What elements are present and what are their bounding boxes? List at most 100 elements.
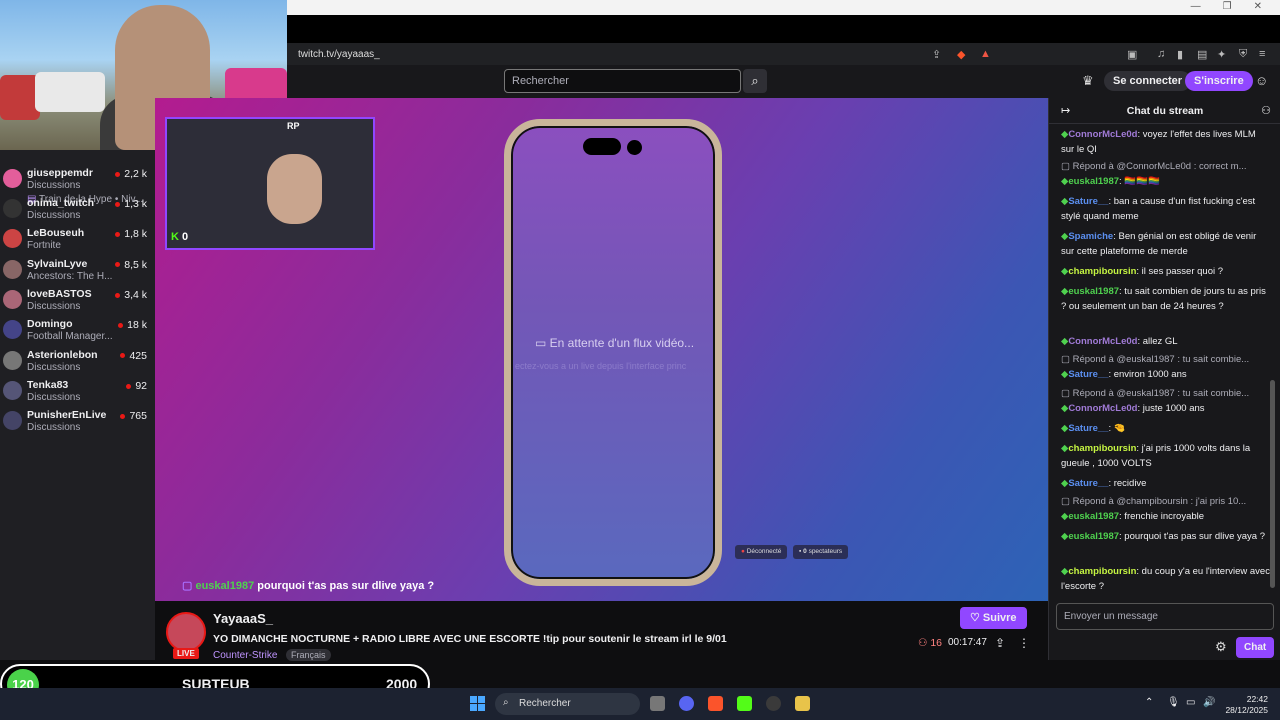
mic-icon[interactable]: 🎙 (1167, 697, 1180, 708)
chat-input[interactable]: Envoyer un message (1056, 603, 1274, 630)
close-icon[interactable]: ✕ (1254, 0, 1262, 14)
channel-avatar[interactable] (3, 320, 22, 340)
chat-message[interactable]: ◆Spamiche: Ben génial on est obligé de v… (1061, 229, 1271, 259)
chat-reply-context[interactable]: ▢ Répond à @champiboursin : j'ai pris 10… (1061, 496, 1271, 507)
chat-username[interactable]: Sature__ (1068, 478, 1108, 489)
sidebar-channel[interactable]: Domingo Football Manager... 18 k (0, 316, 155, 346)
chat-username[interactable]: Spamiche (1068, 231, 1113, 242)
chat-message[interactable]: ◆Sature__: recidive (1061, 476, 1271, 491)
sidebar-channel[interactable]: PunisherEnLive Discussions 765 (0, 407, 155, 437)
follow-button[interactable]: ♡ Suivre (960, 607, 1027, 629)
brave-shield-icon[interactable]: ◆ (957, 48, 965, 61)
sidebar-icon[interactable]: ▮ (1177, 48, 1183, 61)
chat-message[interactable]: ◆euskal1987: frenchie incroyable (1061, 509, 1271, 524)
url-text[interactable]: twitch.tv/yayaaas_ (298, 49, 380, 60)
chat-message[interactable]: ◆champiboursin: il ses passer quoi ? (1061, 264, 1271, 279)
chat-username[interactable]: Sature__ (1068, 369, 1108, 380)
chat-username[interactable]: Sature__ (1068, 196, 1108, 207)
channel-avatar[interactable] (3, 169, 22, 188)
sidebar-channel[interactable]: loveBASTOS Discussions 3,4 k (0, 286, 155, 316)
chat-username[interactable]: Sature__ (1068, 423, 1108, 434)
channel-name[interactable]: Asterionlebon (27, 349, 98, 361)
chat-username[interactable]: ConnorMcLe0d (1068, 336, 1137, 347)
chat-message[interactable]: ◆ConnorMcLe0d: juste 1000 ans (1061, 401, 1271, 416)
chat-username[interactable]: champiboursin (1068, 266, 1136, 277)
chat-username[interactable]: euskal1987 (1068, 531, 1119, 542)
chat-reply-context[interactable]: ▢ Répond à @ConnorMcLe0d : correct m... (1061, 161, 1271, 172)
chat-message[interactable]: ◆Sature__: environ 1000 ans (1061, 367, 1271, 382)
user-icon[interactable]: ☺ (1255, 73, 1268, 88)
ai-icon[interactable]: ✦ (1217, 48, 1226, 61)
channel-avatar[interactable] (3, 259, 22, 279)
chat-message[interactable]: ◆Sature__: ban a cause d'un fist fucking… (1061, 194, 1271, 224)
chat-username[interactable]: euskal1987 (1068, 511, 1119, 522)
tray-arrow-icon[interactable]: ⌃ (1145, 697, 1153, 708)
chat-reply-context[interactable]: ▢ Répond à @euskal1987 : tu sait combie.… (1061, 388, 1271, 399)
streamer-name[interactable]: YayaaaS_ (213, 611, 273, 626)
chat-message[interactable]: ◆Sature__: 🤏 (1061, 421, 1271, 436)
login-button[interactable]: Se connecter (1104, 71, 1192, 91)
share-icon[interactable]: ⇪ (932, 48, 941, 61)
channel-name[interactable]: SylvainLyve (27, 258, 87, 270)
language-tag[interactable]: Français (286, 649, 331, 661)
maximize-icon[interactable]: ❐ (1223, 0, 1232, 14)
chat-message[interactable]: ◆ConnorMcLe0d: allez GL (1061, 334, 1271, 349)
channel-avatar[interactable] (3, 411, 22, 431)
sidebar-channel[interactable]: LeBouseuh Fortnite 1,8 k (0, 225, 155, 255)
channel-avatar[interactable] (3, 289, 22, 309)
taskbar-search[interactable]: ⌕ Rechercher (495, 693, 640, 715)
more-options-icon[interactable]: ⋮ (1018, 636, 1030, 650)
sidebar-channel[interactable]: SylvainLyve Ancestors: The H... 8,5 k (0, 256, 155, 286)
stream-category[interactable]: Counter-Strike (213, 650, 277, 661)
sidebar-channel[interactable]: giuseppemdr Discussions 2,2 k (0, 165, 155, 195)
vpn-icon[interactable]: ⛨ (1239, 48, 1247, 61)
crown-icon[interactable]: ♛ (1082, 73, 1094, 89)
channel-avatar[interactable] (3, 229, 22, 249)
channel-name[interactable]: PunisherEnLive (27, 409, 106, 421)
search-button[interactable]: ⌕ (743, 69, 767, 93)
task-view-icon[interactable] (650, 696, 665, 711)
chat-username[interactable]: euskal1987 (1068, 286, 1119, 297)
chat-message[interactable]: ◆ConnorMcLe0d: voyez l'effet des lives M… (1061, 127, 1271, 157)
gear-icon[interactable]: ⚙ (1215, 639, 1227, 655)
channel-name[interactable]: Domingo (27, 318, 73, 330)
search-input[interactable]: Rechercher (504, 69, 741, 93)
sidebar-channel[interactable]: onima_twitch Discussions 1,3 k (0, 195, 155, 225)
taskbar-clock[interactable]: 22:42 28/12/2025 (1218, 694, 1268, 716)
screenshot-icon[interactable]: ▣ (1127, 48, 1137, 61)
chat-message[interactable]: ◆champiboursin: j'ai pris 1000 volts dan… (1061, 441, 1271, 471)
channel-name[interactable]: onima_twitch (27, 197, 94, 209)
chat-message[interactable]: ◆euskal1987: 🏳️‍🌈🏳️‍🌈🏳️‍🌈 (1061, 174, 1271, 189)
video-player[interactable]: RP K 0 ▭ En attente d'un flux vidéo... e… (155, 98, 1048, 601)
channel-name[interactable]: Tenka83 (27, 379, 68, 391)
chat-scrollbar[interactable] (1270, 380, 1275, 588)
address-bar[interactable]: twitch.tv/yayaaas_ ⇪ ◆ ▲ ▣ ♫ ▮ ▤ ✦ ⛨ ≡ (287, 43, 1280, 65)
signup-button[interactable]: S'inscrire (1185, 71, 1253, 91)
network-icon[interactable]: ▭ (1186, 697, 1195, 708)
chat-message[interactable]: ◆euskal1987: pourquoi t'as pas sur dlive… (1061, 529, 1271, 544)
chat-message[interactable]: ◆euskal1987: tu sait combien de jours tu… (1061, 284, 1271, 314)
community-icon[interactable]: ⚇ (1261, 104, 1271, 117)
sidebar-channel[interactable]: Tenka83 Discussions 92 (0, 377, 155, 407)
channel-avatar[interactable] (3, 199, 22, 218)
channel-avatar[interactable] (3, 350, 22, 370)
sidebar-channel[interactable]: Asterionlebon Discussions 425 (0, 347, 155, 377)
obs-icon[interactable] (766, 696, 781, 711)
chat-username[interactable]: ConnorMcLe0d (1068, 403, 1137, 414)
menu-icon[interactable]: ≡ (1259, 48, 1265, 60)
volume-icon[interactable]: 🔊 (1203, 697, 1215, 708)
channel-name[interactable]: giuseppemdr (27, 167, 93, 179)
channel-name[interactable]: loveBASTOS (27, 288, 92, 300)
channel-name[interactable]: LeBouseuh (27, 227, 84, 239)
chat-send-button[interactable]: Chat (1236, 637, 1275, 658)
app-icon[interactable] (795, 696, 810, 711)
channel-avatar[interactable] (3, 380, 22, 400)
rewards-icon[interactable]: ▲ (980, 48, 991, 60)
kick-app-icon[interactable] (737, 696, 752, 711)
streamer-avatar[interactable] (166, 612, 206, 652)
discord-icon[interactable] (679, 696, 694, 711)
chat-username[interactable]: champiboursin (1068, 443, 1136, 454)
windows-start-icon[interactable] (470, 696, 485, 711)
minimize-icon[interactable]: — (1191, 0, 1201, 14)
chat-username[interactable]: champiboursin (1068, 566, 1136, 577)
